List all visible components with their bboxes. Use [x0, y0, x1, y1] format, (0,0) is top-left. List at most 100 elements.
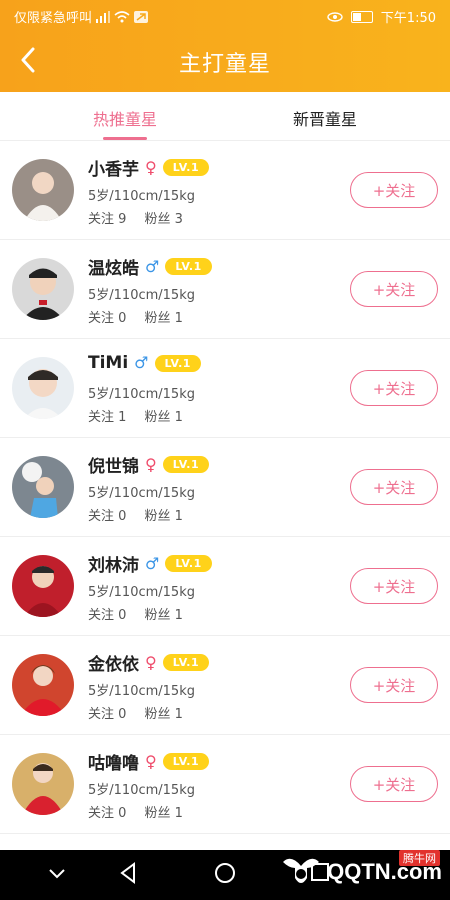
star-name: 刘林沛 — [88, 556, 139, 576]
star-name: TiMi — [88, 353, 129, 373]
star-info: 5岁/110cm/15kg — [88, 585, 195, 600]
fans-label: 粉丝 — [144, 608, 171, 623]
status-left: 仅限紧急呼叫 — [14, 7, 149, 26]
battery-icon — [350, 10, 373, 23]
star-row[interactable]: 倪世锦 ♀ LV.1 5岁/110cm/15kg 关注 0 粉丝 1 +关注 — [0, 438, 450, 537]
fans-label: 粉丝 — [144, 806, 171, 821]
female-icon: ♀ — [145, 751, 157, 771]
follow-button[interactable]: +关注 — [350, 370, 438, 406]
fans-count: 1 — [174, 410, 183, 425]
star-stats: 关注 0 粉丝 1 — [88, 604, 183, 623]
male-icon: ♂ — [134, 353, 149, 372]
star-row[interactable]: 金依依 ♀ LV.1 5岁/110cm/15kg 关注 0 粉丝 1 +关注 — [0, 636, 450, 735]
level-badge: LV.1 — [165, 258, 212, 275]
star-info: 5岁/110cm/15kg — [88, 189, 195, 204]
name-line: TiMi ♂ LV.1 — [88, 353, 201, 373]
star-row[interactable]: 小香芋 ♀ LV.1 5岁/110cm/15kg 关注 9 粉丝 3 +关注 — [0, 141, 450, 240]
star-name: 咕噜噜 — [88, 754, 139, 774]
star-info: 5岁/110cm/15kg — [88, 684, 195, 699]
app-header: 仅限紧急呼叫 下午1:50 主打童星 — [0, 0, 450, 92]
signal-icon — [96, 10, 111, 23]
level-badge: LV.1 — [165, 555, 212, 572]
avatar[interactable] — [12, 753, 74, 815]
follow-button[interactable]: +关注 — [350, 271, 438, 307]
follow-button[interactable]: +关注 — [350, 667, 438, 703]
follow-label: 关注 — [88, 608, 115, 623]
page-title: 主打童星 — [178, 52, 271, 77]
name-line: 温炫皓 ♂ LV.1 — [88, 254, 212, 279]
fans-label: 粉丝 — [144, 509, 171, 524]
level-badge: LV.1 — [154, 354, 201, 372]
female-icon: ♀ — [145, 652, 157, 672]
follow-button[interactable]: +关注 — [350, 172, 438, 208]
star-stats: 关注 0 粉丝 1 — [88, 802, 183, 821]
follow-button[interactable]: +关注 — [350, 469, 438, 505]
name-line: 金依依 ♀ LV.1 — [88, 650, 210, 675]
star-name: 倪世锦 — [88, 457, 139, 477]
airplane-mode-icon — [134, 10, 149, 23]
fans-count: 1 — [174, 608, 183, 623]
star-row[interactable]: TiMi ♂ LV.1 5岁/110cm/15kg 关注 1 粉丝 1 +关注 — [0, 339, 450, 438]
level-badge: LV.1 — [162, 456, 210, 473]
fans-label: 粉丝 — [144, 212, 171, 227]
star-stats: 关注 0 粉丝 1 — [88, 703, 183, 722]
male-icon: ♂ — [145, 256, 160, 276]
avatar[interactable] — [12, 357, 74, 419]
star-info: 5岁/110cm/15kg — [88, 486, 195, 501]
wifi-icon — [114, 10, 130, 23]
follow-count: 0 — [118, 608, 127, 623]
star-stats: 关注 0 粉丝 1 — [88, 307, 183, 326]
star-name: 小香芋 — [88, 160, 139, 180]
follow-label: 关注 — [88, 806, 115, 821]
watermark-tag: 腾牛网 — [399, 850, 440, 866]
avatar[interactable] — [12, 258, 74, 320]
fans-count: 1 — [174, 707, 183, 722]
follow-count: 9 — [118, 212, 127, 227]
star-row[interactable]: 刘林沛 ♂ LV.1 5岁/110cm/15kg 关注 0 粉丝 1 +关注 — [0, 537, 450, 636]
navigation-bar: 主打童星 — [0, 30, 450, 92]
name-line: 倪世锦 ♀ LV.1 — [88, 452, 210, 477]
avatar[interactable] — [12, 159, 74, 221]
level-badge: LV.1 — [162, 753, 210, 770]
name-line: 刘林沛 ♂ LV.1 — [88, 551, 212, 576]
name-line: 咕噜噜 ♀ LV.1 — [88, 749, 210, 774]
female-icon: ♀ — [145, 454, 157, 474]
level-badge: LV.1 — [162, 159, 210, 176]
follow-label: 关注 — [88, 707, 115, 722]
star-row[interactable]: 温炫皓 ♂ LV.1 5岁/110cm/15kg 关注 0 粉丝 1 +关注 — [0, 240, 450, 339]
name-line: 小香芋 ♀ LV.1 — [88, 155, 210, 180]
home-icon[interactable] — [214, 862, 236, 889]
fans-count: 1 — [174, 311, 183, 326]
avatar[interactable] — [12, 456, 74, 518]
follow-label: 关注 — [88, 311, 115, 326]
watermark-logo: QQTN.com 腾牛网 — [279, 850, 442, 892]
follow-count: 1 — [118, 410, 127, 425]
star-row[interactable]: 咕噜噜 ♀ LV.1 5岁/110cm/15kg 关注 0 粉丝 1 +关注 — [0, 735, 450, 834]
follow-button[interactable]: +关注 — [350, 766, 438, 802]
tab-hot-stars[interactable]: 热推童星 — [55, 106, 195, 130]
tab-new-stars[interactable]: 新晋童星 — [255, 106, 395, 130]
female-icon: ♀ — [145, 157, 157, 177]
bull-logo-icon — [283, 858, 320, 883]
avatar[interactable] — [12, 555, 74, 617]
avatar[interactable] — [12, 654, 74, 716]
status-time: 下午1:50 — [380, 11, 436, 26]
follow-count: 0 — [118, 509, 127, 524]
star-list: 小香芋 ♀ LV.1 5岁/110cm/15kg 关注 9 粉丝 3 +关注 温… — [0, 141, 450, 834]
follow-label: 关注 — [88, 212, 115, 227]
star-stats: 关注 1 粉丝 1 — [88, 406, 183, 425]
status-right: 下午1:50 — [327, 7, 436, 26]
fans-count: 3 — [174, 212, 183, 227]
star-info: 5岁/110cm/15kg — [88, 288, 195, 303]
system-back-icon[interactable] — [118, 862, 138, 889]
chevron-down-icon[interactable] — [48, 864, 66, 885]
follow-count: 0 — [118, 707, 127, 722]
star-stats: 关注 0 粉丝 1 — [88, 505, 183, 524]
follow-button[interactable]: +关注 — [350, 568, 438, 604]
follow-label: 关注 — [88, 509, 115, 524]
follow-label: 关注 — [88, 410, 115, 425]
eye-comfort-icon — [327, 11, 343, 22]
fans-count: 1 — [174, 806, 183, 821]
fans-label: 粉丝 — [144, 311, 171, 326]
carrier-text: 仅限紧急呼叫 — [14, 11, 93, 26]
